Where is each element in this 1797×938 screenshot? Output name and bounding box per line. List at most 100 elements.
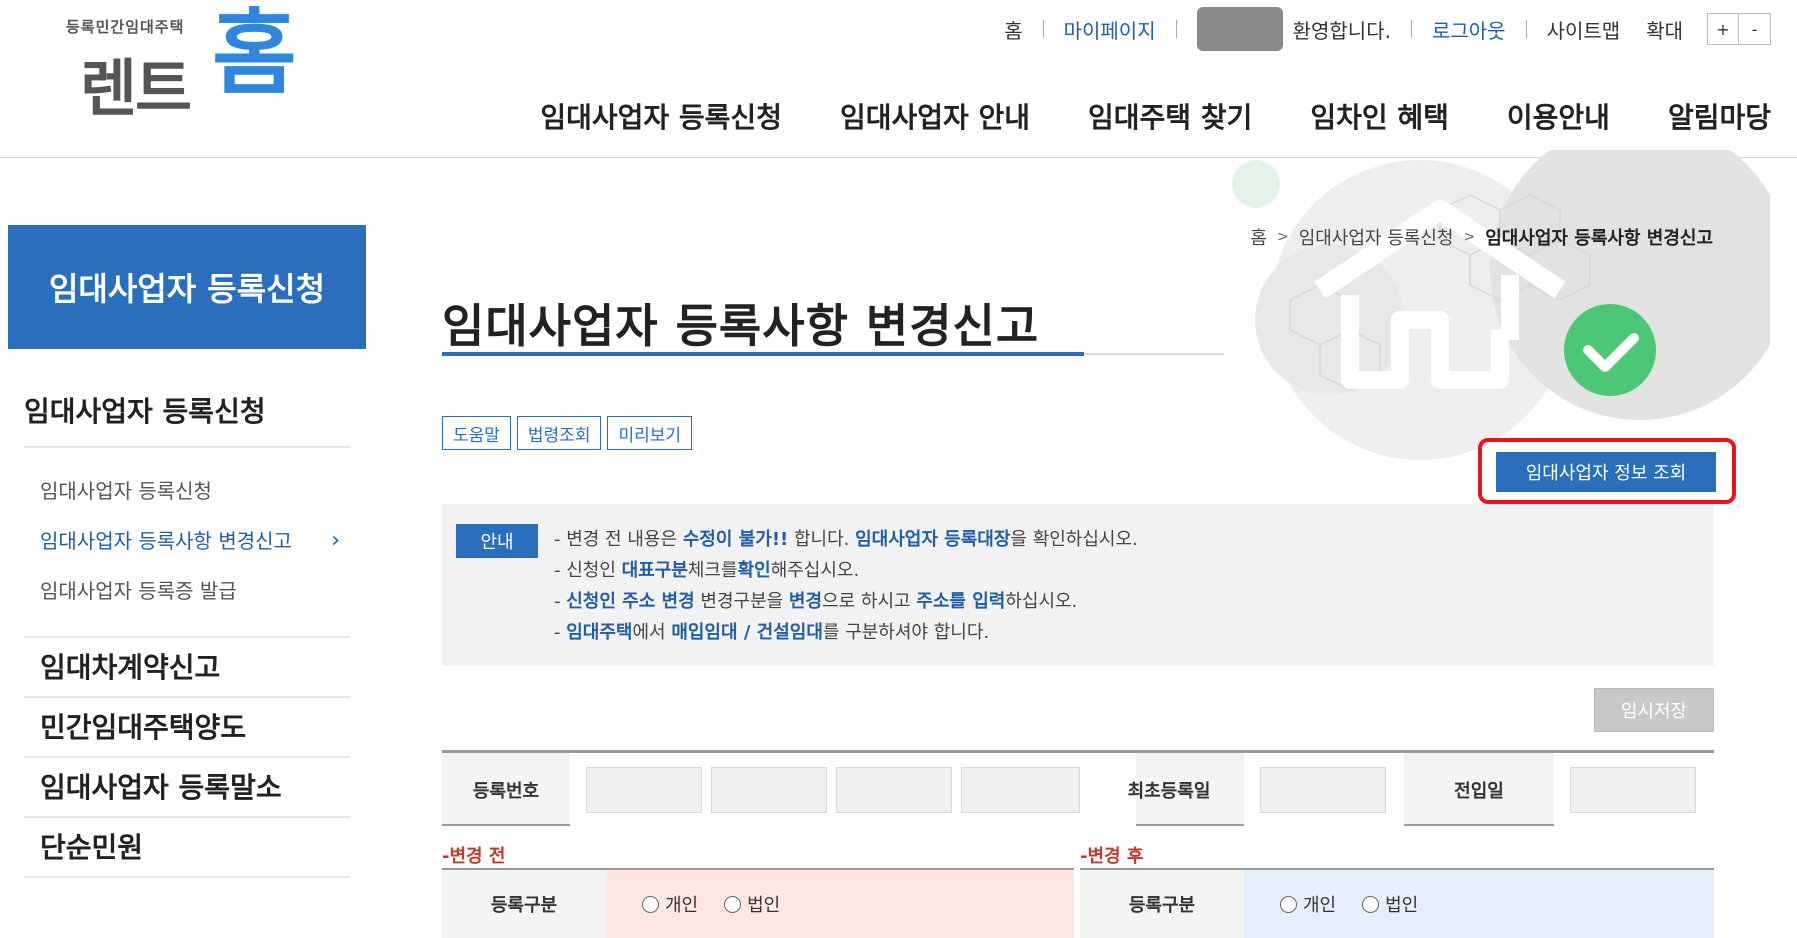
first-reg-date-input[interactable]	[1260, 767, 1386, 813]
user-name-redacted	[1196, 7, 1283, 51]
after-reg-type-label: 등록구분	[1080, 870, 1244, 938]
sidebar-sub-list: 임대사업자 등록신청 임대사업자 등록사항 변경신고 › 임대사업자 등록증 발급	[24, 448, 350, 638]
first-reg-date-label: 최초등록일	[1127, 780, 1211, 802]
logo-rent-text: 렌트	[80, 38, 192, 128]
gnb-item-notices[interactable]: 알림마당	[1668, 96, 1771, 136]
preview-button[interactable]: 미리보기	[607, 416, 693, 450]
page-title: 임대사업자 등록사항 변경신고	[442, 299, 1040, 353]
sidebar-group-register[interactable]: 임대사업자 등록신청	[24, 390, 350, 448]
notice-text: 을 확인하십시오.	[1010, 529, 1138, 550]
gnb-item-guide[interactable]: 임대사업자 안내	[840, 96, 1030, 136]
notice-text: 변경구분을	[694, 591, 789, 612]
lessor-info-lookup-button[interactable]: 임대사업자 정보 조회	[1496, 452, 1716, 492]
notice-box: 안내 - 변경 전 내용은 수정이 불가!! 합니다. 임대사업자 등록대장을 …	[442, 504, 1714, 666]
logo-rent-chars: 렌트	[80, 52, 192, 125]
breadcrumb-parent[interactable]: 임대사업자 등록신청	[1299, 224, 1454, 250]
sidebar-item-label: 임대사업자 등록증 발급	[40, 579, 237, 603]
radio-label: 개인	[665, 895, 699, 916]
site-header: 등록민간임대주택 렌트 홈 홈 마이페이지 환영합니다. 로그아웃 사이트맵 확…	[0, 0, 1797, 158]
after-reg-type-row: 등록구분 개인 법인	[1080, 870, 1714, 938]
breadcrumb-home[interactable]: 홈	[1250, 224, 1267, 250]
sidebar-item-change-report[interactable]: 임대사업자 등록사항 변경신고 ›	[40, 516, 350, 566]
highlight-box: 임대사업자 정보 조회	[1478, 438, 1736, 504]
zoom-out-button[interactable]: -	[1739, 13, 1771, 45]
help-button[interactable]: 도움말	[442, 416, 511, 450]
notice-line: - 변경 전 내용은 수정이 불가!! 합니다. 임대사업자 등록대장을 확인하…	[554, 524, 1138, 555]
notice-highlight: 대표구분	[621, 560, 688, 581]
notice-text: 합니다.	[788, 529, 856, 550]
logo-home-text: 홈	[212, 0, 297, 107]
law-lookup-button[interactable]: 법령조회	[516, 416, 602, 450]
sidebar-item-certificate[interactable]: 임대사업자 등록증 발급	[40, 566, 350, 616]
reg-no-input-1[interactable]	[586, 767, 702, 813]
sidebar-group-lease-report[interactable]: 임대차계약신고	[24, 638, 350, 698]
move-in-date-label: 전입일	[1454, 780, 1504, 802]
sidebar-group-simple-petition[interactable]: 단순민원	[24, 818, 350, 878]
chevron-right-icon: ›	[331, 528, 340, 553]
radio-circle-icon	[1280, 895, 1297, 913]
radio-circle-icon	[724, 895, 742, 913]
before-individual-radio[interactable]: 개인	[642, 891, 698, 917]
before-corporate-radio[interactable]: 법인	[724, 891, 780, 917]
notice-text: 하십시오.	[1005, 591, 1078, 612]
util-divider	[1042, 20, 1044, 38]
zoom-label: 확대	[1646, 18, 1683, 43]
sidebar-group-transfer[interactable]: 민간임대주택양도	[24, 698, 350, 758]
before-reg-type-label: 등록구분	[442, 870, 606, 938]
notice-text: - 변경 전 내용은	[554, 529, 683, 550]
zoom-in-button[interactable]: +	[1707, 13, 1739, 45]
radio-label: 법인	[747, 895, 781, 916]
title-underline-rest	[1084, 353, 1224, 355]
registration-info-table: 등록번호 최초등록일 전입일	[442, 750, 1714, 826]
sidebar-title: 임대사업자 등록신청	[8, 225, 366, 349]
breadcrumb: 홈 > 임대사업자 등록신청 > 임대사업자 등록사항 변경신고	[1250, 224, 1713, 250]
util-logout-link[interactable]: 로그아웃	[1432, 15, 1506, 44]
main-nav: 임대사업자 등록신청 임대사업자 안내 임대주택 찾기 임차인 혜택 이용안내 …	[540, 96, 1771, 136]
move-in-date-input[interactable]	[1570, 767, 1696, 813]
notice-text: 에서	[632, 622, 672, 643]
breadcrumb-separator: >	[1276, 229, 1289, 245]
move-in-date-cell	[1554, 753, 1714, 826]
before-reg-type-row: 등록구분 개인 법인	[442, 870, 1074, 938]
util-sitemap-link[interactable]: 사이트맵	[1547, 15, 1621, 44]
sidebar-item-register[interactable]: 임대사업자 등록신청	[40, 466, 350, 516]
temp-save-button[interactable]: 임시저장	[1594, 688, 1714, 732]
gnb-item-register[interactable]: 임대사업자 등록신청	[540, 96, 782, 136]
after-individual-radio[interactable]: 개인	[1280, 891, 1336, 917]
notice-badge: 안내	[456, 524, 538, 558]
notice-highlight: 변경	[788, 591, 823, 612]
notice-text: - 신청인	[554, 560, 622, 581]
sidebar-item-label: 임대사업자 등록신청	[40, 479, 212, 503]
before-reg-type-options: 개인 법인	[606, 870, 1074, 938]
reg-no-input-3[interactable]	[836, 767, 952, 813]
reg-no-input-4[interactable]	[961, 767, 1080, 813]
radio-circle-icon	[1362, 895, 1380, 913]
gnb-item-usage[interactable]: 이용안내	[1507, 96, 1610, 136]
notice-line: - 임대주택에서 매입임대 / 건설임대를 구분하셔야 합니다.	[554, 617, 1138, 648]
after-corporate-radio[interactable]: 법인	[1362, 891, 1418, 917]
sidebar-group-deregister[interactable]: 임대사업자 등록말소	[24, 758, 350, 818]
radio-label: 법인	[1385, 895, 1419, 916]
notice-lines: - 변경 전 내용은 수정이 불가!! 합니다. 임대사업자 등록대장을 확인하…	[554, 524, 1138, 648]
notice-highlight: 확인	[737, 560, 771, 581]
notice-highlight: 주소를 입력	[916, 591, 1006, 612]
util-mypage-link[interactable]: 마이페이지	[1064, 15, 1156, 44]
radio-circle-icon	[642, 895, 659, 913]
notice-text: 를 구분하셔야 합니다.	[822, 622, 990, 643]
util-home-link[interactable]: 홈	[1004, 15, 1022, 44]
sidebar-item-label: 임대사업자 등록사항 변경신고	[40, 529, 292, 553]
notice-highlight: 매입임대 / 건설임대	[671, 622, 823, 643]
notice-text: 체크를	[687, 560, 738, 581]
notice-highlight: 신청인 주소 변경	[566, 591, 695, 612]
notice-highlight: 임대주택	[566, 622, 633, 643]
notice-highlight: 수정이 불가!!	[682, 529, 789, 550]
gnb-item-tenant-benefits[interactable]: 임차인 혜택	[1310, 96, 1449, 136]
welcome-text: 환영합니다.	[1292, 18, 1391, 43]
gnb-item-find-housing[interactable]: 임대주택 찾기	[1088, 96, 1252, 136]
site-logo[interactable]: 등록민간임대주택 렌트 홈	[62, 8, 297, 126]
logo-subtitle: 등록민간임대주택	[66, 18, 185, 36]
notice-line: - 신청인 주소 변경 변경구분을 변경으로 하시고 주소를 입력하십시오.	[554, 586, 1138, 617]
notice-text: 해주십시오.	[770, 560, 860, 581]
util-divider	[1525, 20, 1527, 38]
reg-no-input-2[interactable]	[711, 767, 827, 813]
